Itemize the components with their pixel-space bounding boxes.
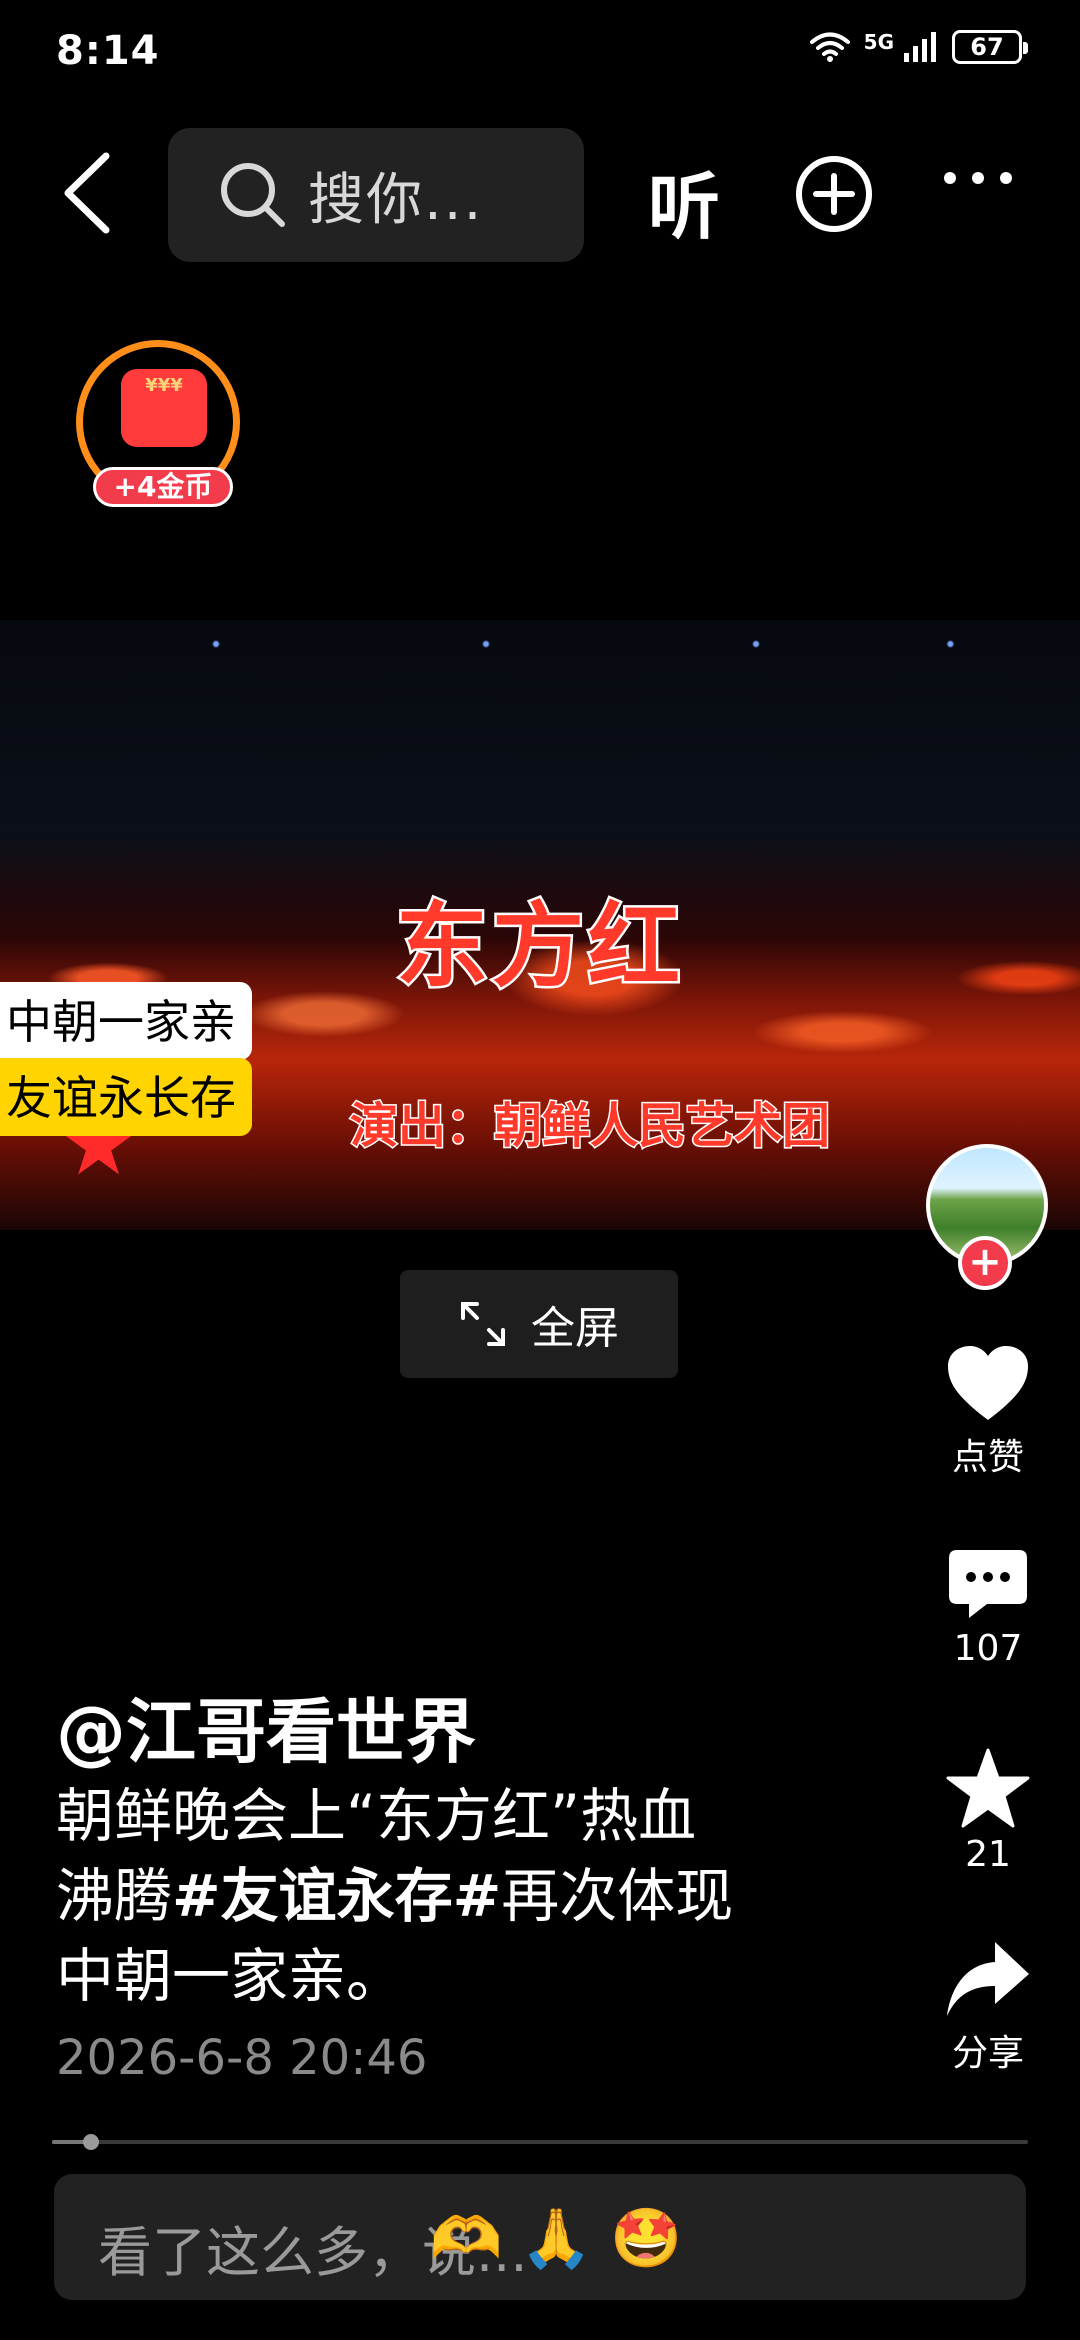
desc-text: 再次体现 [501,1862,734,1930]
share-arrow-icon [947,1942,1029,2016]
battery-icon: 67 [952,30,1028,64]
video-subtitle-overlay: 演出：朝鲜人民艺术团 [348,1097,831,1156]
status-icons: 5G 67 [809,30,1028,64]
dot [1000,172,1012,184]
desc-text: 沸腾 [56,1862,173,1930]
desc-line-2: 沸腾#友谊永存#再次体现 [56,1856,856,1936]
dot [972,172,984,184]
comment-count: 107 [953,1628,1023,1669]
coin-reward-label: +4金币 [93,467,233,507]
add-button[interactable] [794,154,874,234]
post-description: 朝鲜晚会上“东方红”热血 沸腾#友谊永存#再次体现 中朝一家亲。 [56,1776,856,2016]
video-progress-bar[interactable] [52,2134,1028,2150]
comment-button[interactable]: 107 [930,1548,1046,1669]
back-button[interactable] [58,148,118,238]
heart-hands-emoji-button[interactable]: 🫶 [430,2204,502,2273]
hashtag-link[interactable]: #友谊永存# [172,1862,501,1930]
search-input[interactable]: 搜你... [168,128,584,262]
video-title-overlay: 东方红 [393,891,685,1003]
more-options-button[interactable] [944,172,1012,184]
coin-reward-badge[interactable]: +4金币 [76,340,240,507]
stage-lights [0,620,1080,680]
fullscreen-label: 全屏 [531,1303,619,1354]
dot [944,172,956,184]
author-name[interactable]: @江哥看世界 [56,1676,476,1777]
star-icon [946,1748,1030,1828]
favorite-button[interactable]: 21 [930,1748,1046,1875]
listen-button[interactable]: 听 [648,148,720,253]
wifi-icon [809,32,850,62]
star-eyes-emoji-button[interactable]: 🤩 [610,2204,682,2273]
network-type: 5G [863,30,894,54]
share-label: 分享 [951,2033,1024,2074]
signal-icon [904,32,936,62]
video-tag-yellow: 友谊永长存 [0,1058,252,1136]
fullscreen-button[interactable]: 全屏 [400,1270,678,1378]
desc-line-1: 朝鲜晚会上“东方红”热血 [56,1782,697,1850]
follow-button[interactable]: + [958,1236,1012,1290]
like-label: 点赞 [951,1437,1024,1478]
video-tag-white: 中朝一家亲 [0,982,252,1060]
status-time: 8:14 [56,28,160,74]
pray-emoji-button[interactable]: 🙏 [520,2204,592,2273]
search-placeholder: 搜你... [308,167,484,233]
post-timestamp: 2026-6-8 20:46 [56,2030,428,2086]
comment-input-bar[interactable]: 看了这么多，说... 🫶 🙏 🤩 [54,2174,1026,2300]
progress-handle[interactable] [83,2134,100,2150]
battery-level: 67 [970,33,1004,61]
like-button[interactable]: 点赞 [930,1344,1046,1480]
search-icon [221,163,285,227]
heart-icon [948,1346,1028,1420]
favorite-count: 21 [965,1834,1011,1875]
red-envelope-icon [121,369,207,447]
video-player[interactable]: 东方红 演出：朝鲜人民艺术团 [0,620,1080,1230]
share-button[interactable]: 分享 [930,1940,1046,2076]
desc-line-3: 中朝一家亲。 [56,1942,405,2010]
expand-icon [461,1302,505,1346]
comment-icon [949,1550,1027,1618]
